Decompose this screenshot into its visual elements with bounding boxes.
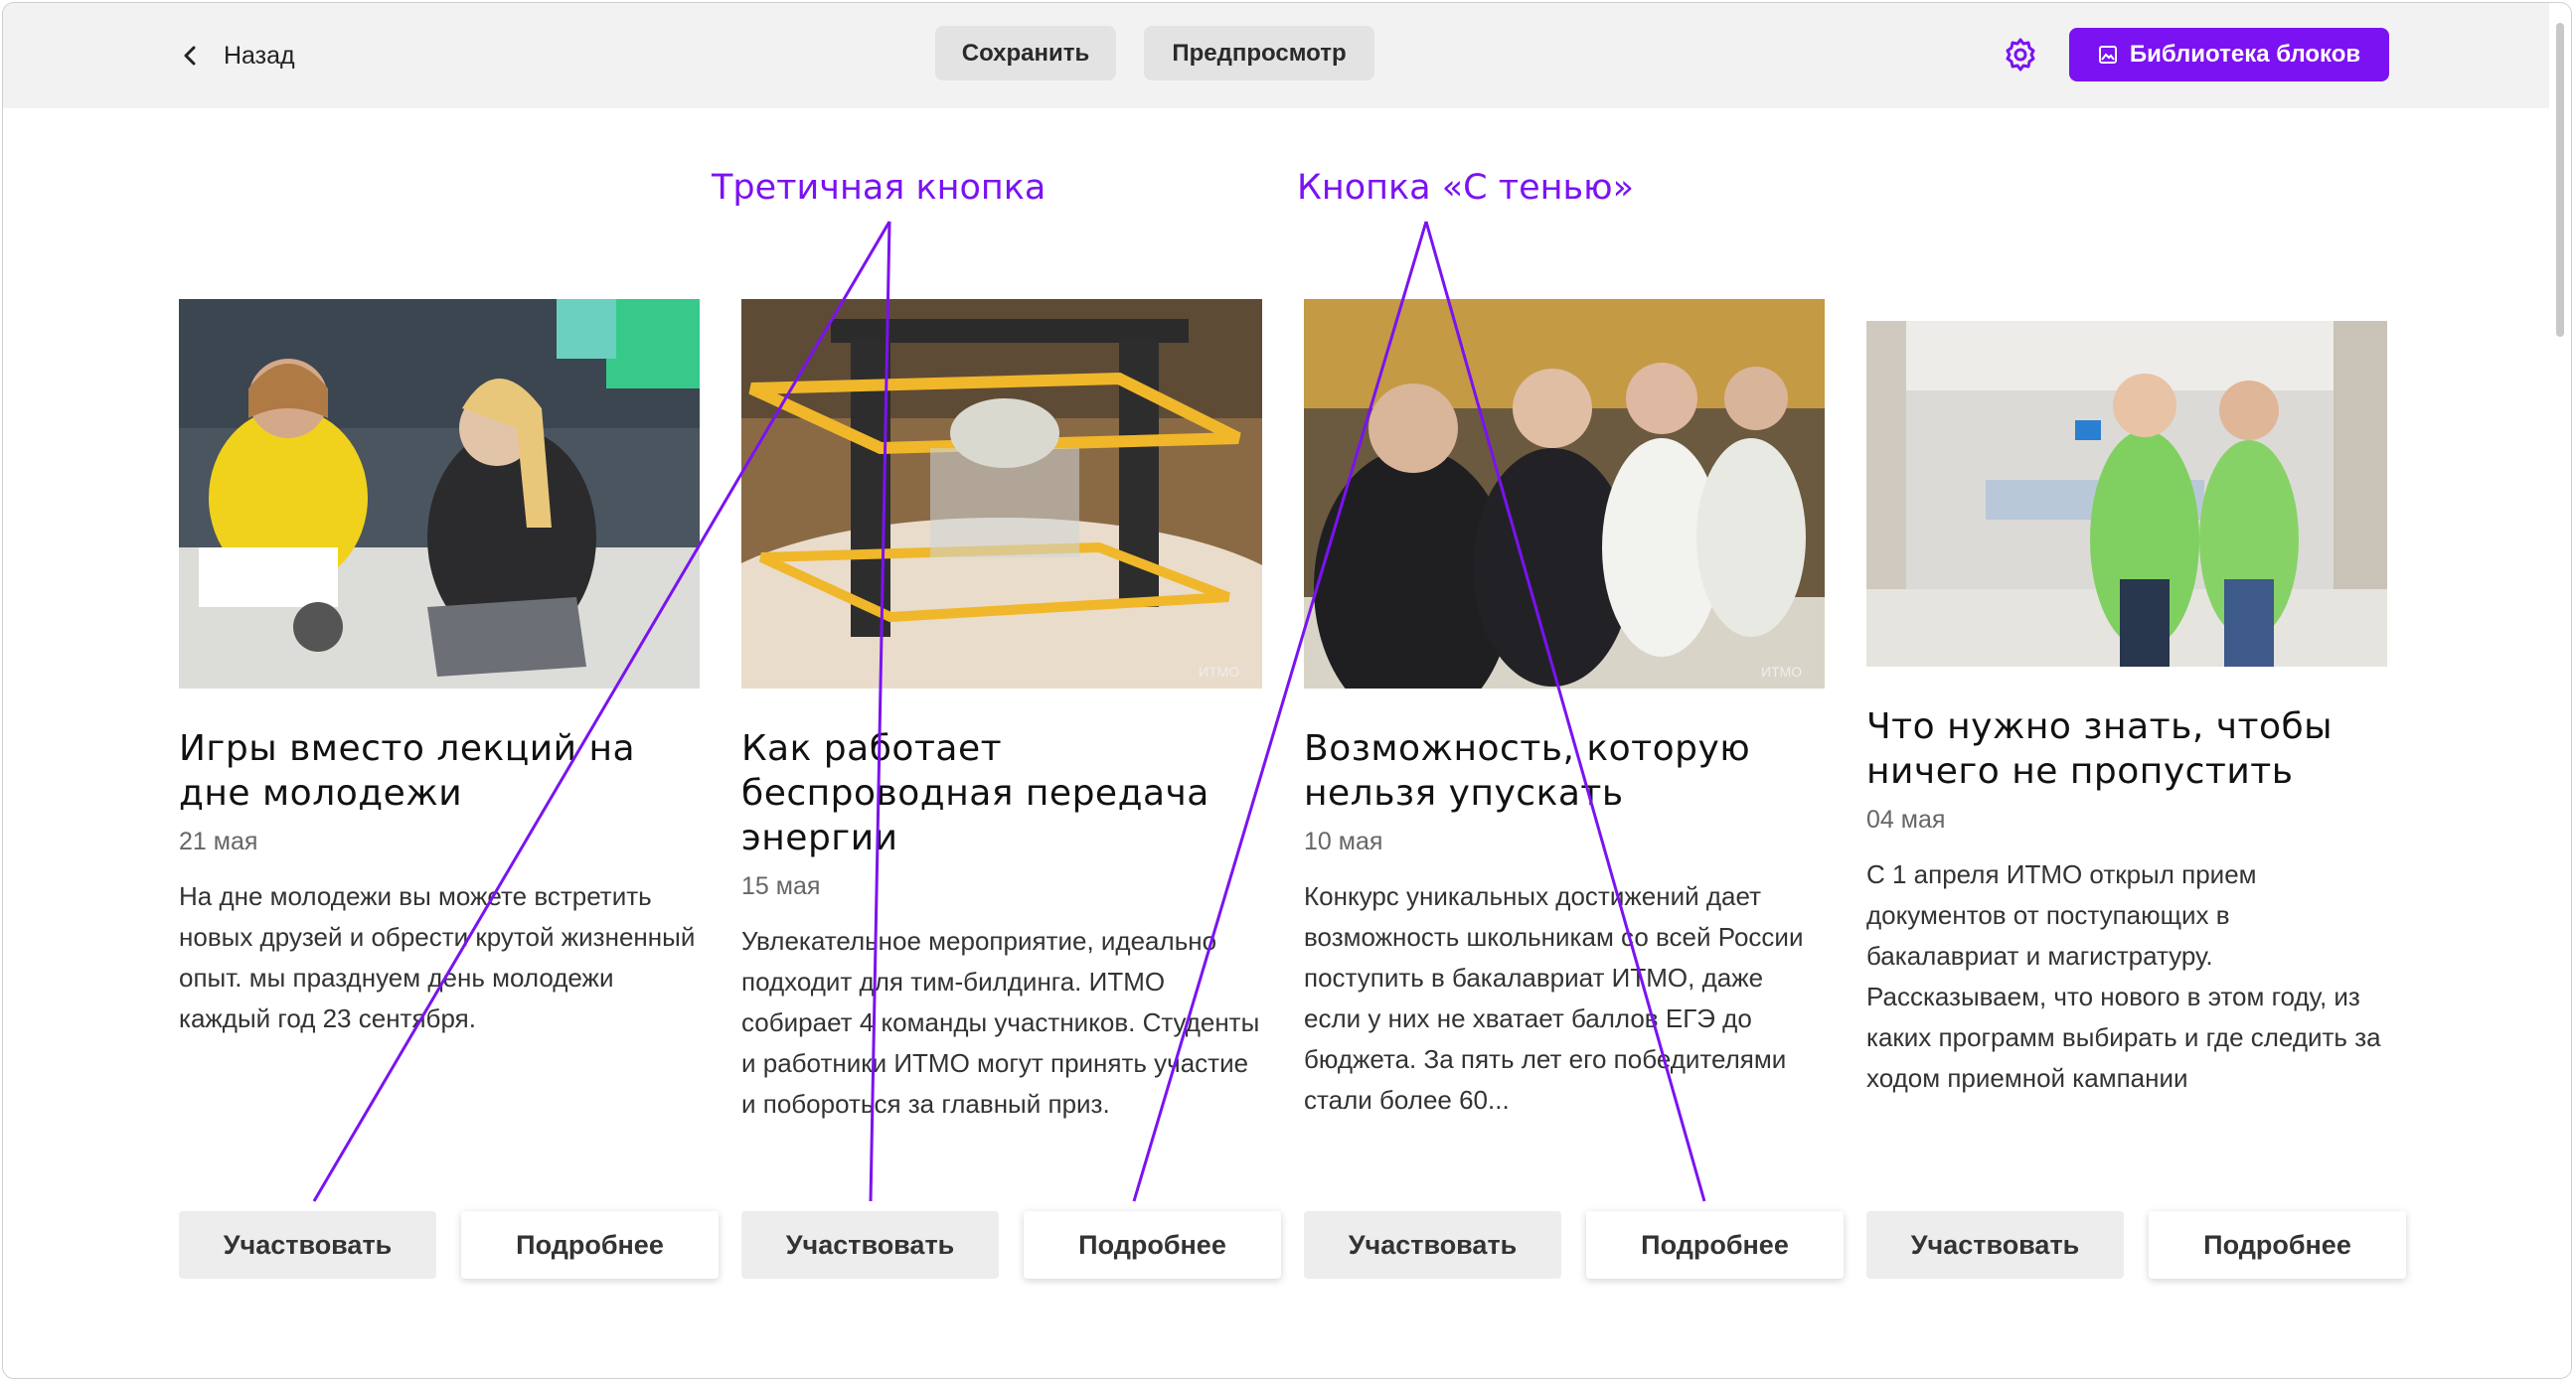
scrollbar[interactable] (2549, 3, 2571, 1378)
participate-button[interactable]: Участвовать (1866, 1211, 2124, 1279)
gear-icon[interactable] (2003, 37, 2038, 73)
card-title[interactable]: Что нужно знать, чтобы ничего не пропуст… (1866, 704, 2387, 794)
image-icon (2098, 46, 2117, 64)
details-button[interactable]: Подробнее (1024, 1211, 1281, 1279)
card-description: С 1 апреля ИТМО открыл прием документов … (1866, 859, 2381, 1093)
details-button[interactable]: Подробнее (461, 1211, 719, 1279)
save-button[interactable]: Сохранить (935, 26, 1116, 80)
participate-button[interactable]: Участвовать (179, 1211, 436, 1279)
top-toolbar: Назад Сохранить Предпросмотр Библиотека … (3, 3, 2571, 108)
card-description: На дне молодежи вы можете встретить новы… (179, 881, 696, 1033)
card-description: Увлекательное мероприятие, идеально подх… (741, 926, 1260, 1119)
news-card: ИТМО Как работает беспроводная передача … (741, 299, 1262, 1125)
card-date: 10 мая (1304, 828, 1383, 855)
preview-button[interactable]: Предпросмотр (1144, 26, 1374, 80)
news-card: Игры вместо лекций на дне молодежи 21 ма… (179, 299, 700, 1039)
card-image: ИТМО (1304, 299, 1825, 689)
card-image: ИТМО (741, 299, 1262, 689)
card-date: 04 мая (1866, 806, 1946, 834)
details-button[interactable]: Подробнее (1586, 1211, 1844, 1279)
card-date: 15 мая (741, 872, 821, 900)
chevron-left-icon (184, 46, 196, 66)
card-image (1866, 321, 2387, 667)
block-library-label: Библиотека блоков (2129, 41, 2361, 68)
svg-text:ИТМО: ИТМО (1199, 664, 1239, 680)
details-button[interactable]: Подробнее (2149, 1211, 2406, 1279)
card-title[interactable]: Как работает беспроводная передача энерг… (741, 726, 1262, 860)
card-date: 21 мая (179, 828, 258, 855)
news-card: Что нужно знать, чтобы ничего не пропуст… (1866, 299, 2387, 1099)
news-card: ИТМО Возможность, которую нельзя упускат… (1304, 299, 1825, 1121)
svg-text:ИТМО: ИТМО (1761, 664, 1802, 680)
annotation-shadow-button: Кнопка «С тенью» (1297, 168, 1635, 208)
scrollbar-thumb[interactable] (2556, 23, 2564, 337)
app-window: Назад Сохранить Предпросмотр Библиотека … (2, 2, 2572, 1379)
card-image (179, 299, 700, 689)
card-description: Конкурс уникальных достижений дает возмо… (1304, 881, 1804, 1115)
block-library-button[interactable]: Библиотека блоков (2069, 28, 2389, 81)
card-title[interactable]: Игры вместо лекций на дне молодежи (179, 726, 700, 816)
participate-button[interactable]: Участвовать (1304, 1211, 1561, 1279)
card-title[interactable]: Возможность, которую нельзя упускать (1304, 726, 1825, 816)
annotation-tertiary-button: Третичная кнопка (712, 168, 1046, 208)
participate-button[interactable]: Участвовать (741, 1211, 999, 1279)
back-label: Назад (224, 41, 295, 70)
back-button[interactable]: Назад (180, 33, 295, 78)
